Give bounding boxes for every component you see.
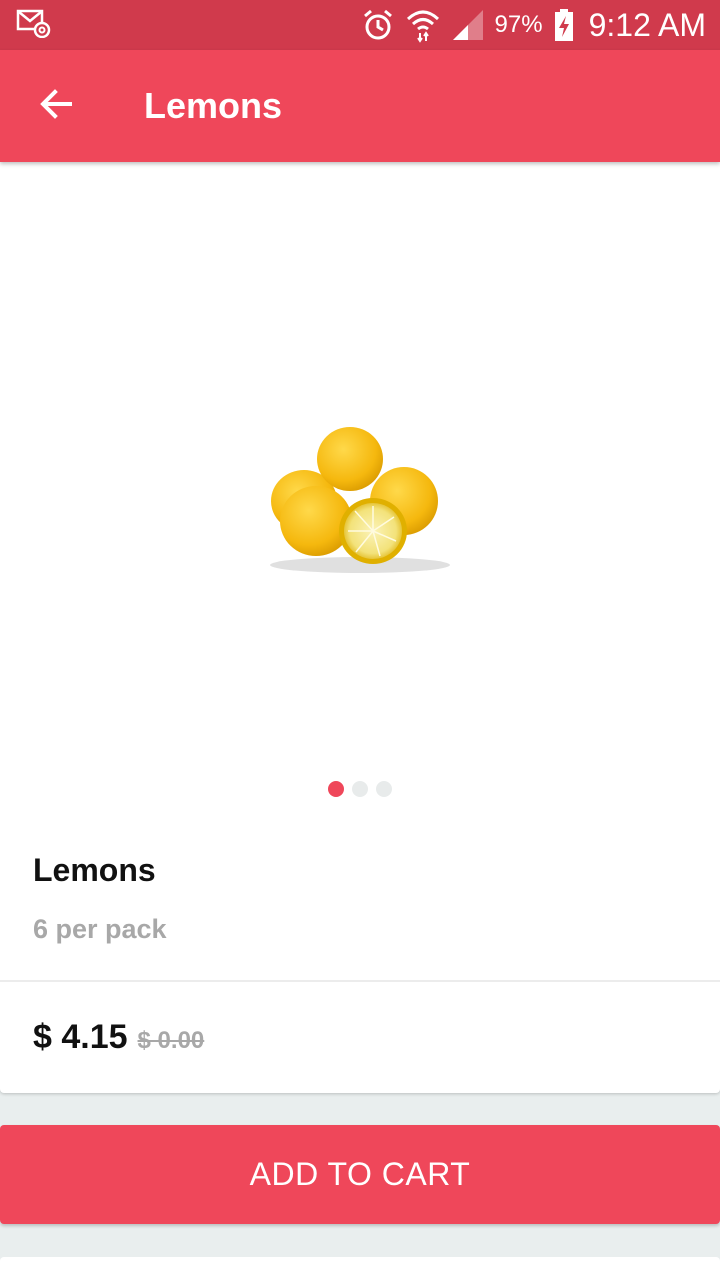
price-row: $ 4.15 $ 0.00 [33,1018,204,1057]
product-image-gallery[interactable] [0,162,720,822]
pager-dot[interactable] [352,781,368,797]
pager-dot-active[interactable] [328,781,344,797]
wifi-icon [405,7,441,43]
pager-dot[interactable] [376,781,392,797]
product-old-price: $ 0.00 [137,1027,205,1054]
lemons-photo [270,427,450,573]
product-name: Lemons [33,852,156,888]
signal-icon [451,8,485,42]
status-bar: 97% 9:12 AM [0,0,720,50]
divider [0,980,720,982]
alarm-icon [361,8,395,42]
product-card: Lemons 6 per pack $ 4.15 $ 0.00 [0,162,720,1093]
bottom-card [0,1257,720,1280]
app-bar: Lemons [0,50,720,162]
product-price: $ 4.15 [33,1018,128,1056]
page-title: Lemons [144,85,283,126]
email-notification-icon [16,8,52,43]
clock: 9:12 AM [588,6,706,43]
gallery-pager [0,781,720,797]
arrow-back-icon [38,86,74,127]
add-to-cart-button[interactable]: ADD TO CART [0,1125,720,1224]
battery-percentage: 97% [494,11,543,38]
product-pack-size: 6 per pack [33,914,167,944]
back-button[interactable] [0,50,112,162]
battery-charging-icon [553,8,575,42]
